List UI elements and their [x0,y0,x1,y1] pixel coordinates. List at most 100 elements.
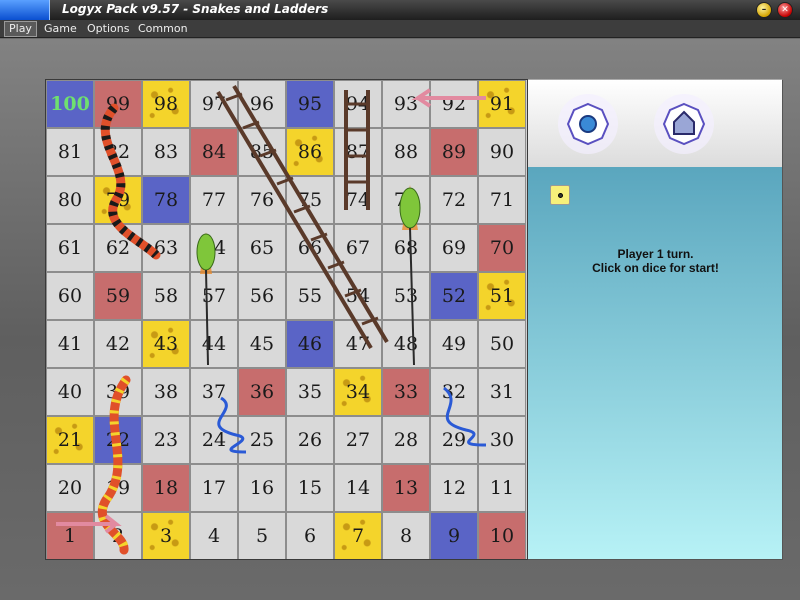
board-cell-13: 13 [382,464,430,512]
board-cell-45: 45 [238,320,286,368]
board-cell-94: 94 [334,80,382,128]
info-panel: Player 1 turn. Click on dice for start! [528,167,783,560]
board-cell-38: 38 [142,368,190,416]
board-cell-21: 21 [46,416,94,464]
player-2-token[interactable] [652,92,716,156]
board-cell-74: 74 [334,176,382,224]
board-cell-76: 76 [238,176,286,224]
board-cell-83: 83 [142,128,190,176]
board-cell-43: 43 [142,320,190,368]
board-cell-28: 28 [382,416,430,464]
board-cell-64: 64 [190,224,238,272]
board-cell-57: 57 [190,272,238,320]
player-1-token[interactable] [556,92,620,156]
board-cell-31: 31 [478,368,526,416]
board-cell-93: 93 [382,80,430,128]
board-cell-63: 63 [142,224,190,272]
dice-dot [557,192,563,198]
board-cell-8: 8 [382,512,430,559]
board-cell-23: 23 [142,416,190,464]
board-cell-80: 80 [46,176,94,224]
menu-play[interactable]: Play [4,21,37,37]
board-cell-7: 7 [334,512,382,559]
board-cell-60: 60 [46,272,94,320]
board-cell-6: 6 [286,512,334,559]
board-cell-81: 81 [46,128,94,176]
board-cell-92: 92 [430,80,478,128]
board-cell-32: 32 [430,368,478,416]
board-cell-10: 10 [478,512,526,559]
board-cell-97: 97 [190,80,238,128]
board-cell-95: 95 [286,80,334,128]
close-button[interactable]: ✕ [777,2,793,18]
board-cell-55: 55 [286,272,334,320]
board-cell-85: 85 [238,128,286,176]
board-cell-98: 98 [142,80,190,128]
board-cell-56: 56 [238,272,286,320]
board-cell-78: 78 [142,176,190,224]
board-cell-99: 99 [94,80,142,128]
board-cell-86: 86 [286,128,334,176]
window-title: Logyx Pack v9.57 - Snakes and Ladders [62,2,329,16]
board-cell-37: 37 [190,368,238,416]
board-cell-4: 4 [190,512,238,559]
board-cell-1: 1 [46,512,94,559]
board-cell-65: 65 [238,224,286,272]
board-cell-75: 75 [286,176,334,224]
board-cell-2: 2 [94,512,142,559]
board-cell-16: 16 [238,464,286,512]
title-tab [0,0,50,20]
status-line-1: Player 1 turn. [617,247,694,261]
board-cell-89: 89 [430,128,478,176]
board-cell-12: 12 [430,464,478,512]
board-cell-66: 66 [286,224,334,272]
board-cell-14: 14 [334,464,382,512]
board-cell-39: 39 [94,368,142,416]
menu-game[interactable]: Game [40,21,81,37]
board-cell-9: 9 [430,512,478,559]
board-cell-41: 41 [46,320,94,368]
board-cell-25: 25 [238,416,286,464]
board-cell-19: 19 [94,464,142,512]
board-cell-27: 27 [334,416,382,464]
board-cell-54: 54 [334,272,382,320]
board-cell-22: 22 [94,416,142,464]
board-cell-35: 35 [286,368,334,416]
board-cell-61: 61 [46,224,94,272]
board-cell-62: 62 [94,224,142,272]
game-board[interactable]: 100 99 98 97 96 95 94 93 92 91 81 82 83 84 85 86 87 88 89 9… [45,79,528,560]
board-cell-68: 68 [382,224,430,272]
title-bar: Logyx Pack v9.57 - Snakes and Ladders – … [0,0,800,20]
status-message: Player 1 turn. Click on dice for start! [528,247,783,275]
board-cell-79: 79 [94,176,142,224]
minimize-button[interactable]: – [756,2,772,18]
board-cell-18: 18 [142,464,190,512]
board-cell-30: 30 [478,416,526,464]
board-cell-73: 73 [382,176,430,224]
board-cell-42: 42 [94,320,142,368]
board-cell-52: 52 [430,272,478,320]
board-cell-91: 91 [478,80,526,128]
board-cell-49: 49 [430,320,478,368]
board-cell-90: 90 [478,128,526,176]
board-cell-50: 50 [478,320,526,368]
menu-common[interactable]: Common [134,21,192,37]
board-cell-44: 44 [190,320,238,368]
board-cell-3: 3 [142,512,190,559]
board-cell-53: 53 [382,272,430,320]
board-cell-11: 11 [478,464,526,512]
menu-options[interactable]: Options [83,21,133,37]
board-cell-5: 5 [238,512,286,559]
dice[interactable] [550,185,570,205]
board-cell-40: 40 [46,368,94,416]
board-cell-59: 59 [94,272,142,320]
board-cell-33: 33 [382,368,430,416]
board-cell-67: 67 [334,224,382,272]
board-cell-34: 34 [334,368,382,416]
board-cell-100: 100 [46,80,94,128]
status-line-2: Click on dice for start! [592,261,719,275]
board-cell-88: 88 [382,128,430,176]
board-cell-58: 58 [142,272,190,320]
board-cell-71: 71 [478,176,526,224]
board-cell-47: 47 [334,320,382,368]
